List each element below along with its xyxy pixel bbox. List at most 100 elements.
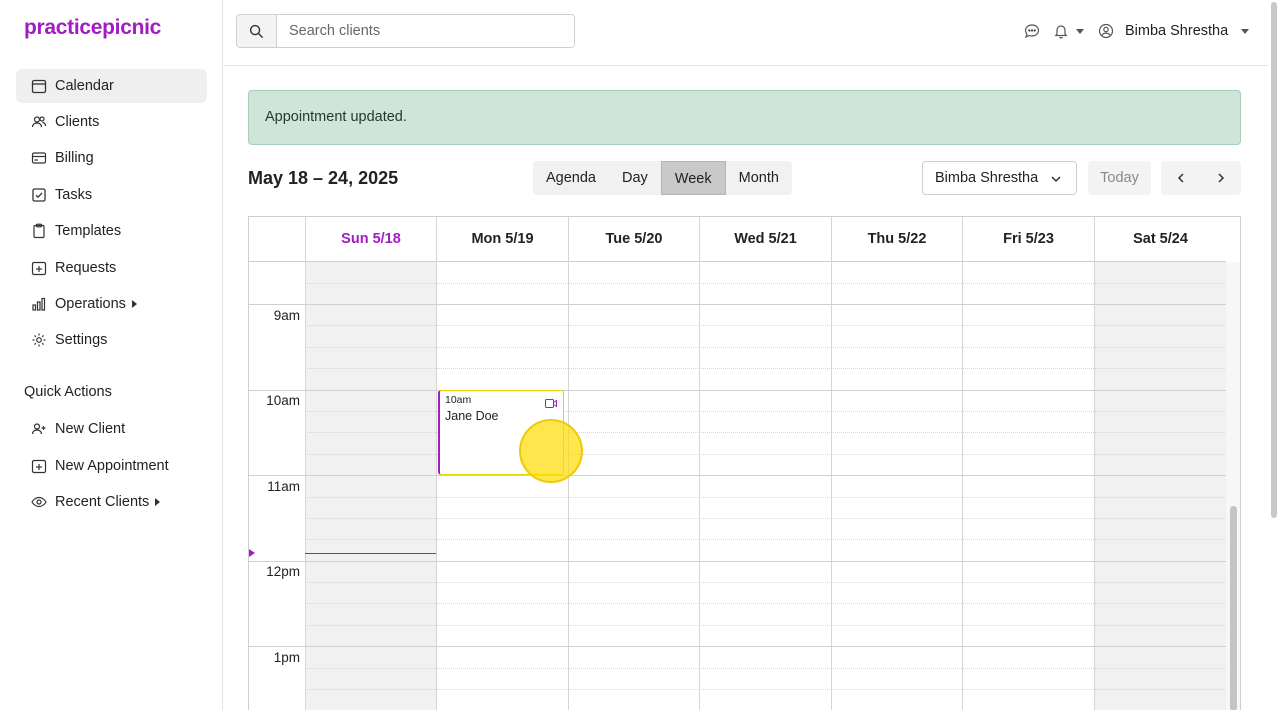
grid-line (305, 668, 1226, 669)
week-calendar: Sun 5/18 Mon 5/19 Tue 5/20 Wed 5/21 Thu … (248, 216, 1241, 710)
chat-icon[interactable] (1023, 22, 1041, 40)
search-input[interactable] (277, 15, 574, 47)
grid-line (305, 283, 1226, 284)
quick-action-label: New Appointment (55, 458, 169, 474)
day-header-sun[interactable]: Sun 5/18 (305, 217, 436, 262)
page-scrollbar[interactable] (1268, 0, 1280, 710)
day-column-thu[interactable] (831, 262, 962, 710)
grid-line (305, 497, 1226, 498)
calendar-scrollbar-thumb[interactable] (1230, 506, 1237, 710)
event-title: Jane Doe (445, 409, 499, 423)
calendar-icon (31, 78, 47, 94)
grid-line (305, 304, 1226, 305)
sidebar-item-label: Tasks (55, 187, 93, 203)
credit-card-icon (31, 150, 47, 166)
sidebar-item-label: Billing (55, 150, 94, 166)
grid-line (249, 475, 305, 476)
day-column-sat[interactable] (1094, 262, 1226, 710)
day-column-tue[interactable] (568, 262, 699, 710)
sidebar-item-requests[interactable]: Requests (16, 251, 207, 285)
quick-action-new-client[interactable]: New Client (16, 412, 207, 446)
quick-action-label: New Client (55, 421, 126, 437)
day-header-mon[interactable]: Mon 5/19 (436, 217, 568, 262)
success-alert: Appointment updated. (248, 90, 1241, 145)
provider-select[interactable]: Bimba Shrestha (922, 161, 1077, 195)
next-week-button[interactable] (1201, 161, 1241, 195)
sidebar-item-operations[interactable]: Operations (16, 287, 207, 321)
grid-line (305, 347, 1226, 348)
day-column-fri[interactable] (962, 262, 1094, 710)
chevron-down-icon (1050, 173, 1062, 189)
bell-icon[interactable] (1052, 22, 1070, 40)
view-month-button[interactable]: Month (726, 161, 792, 195)
calendar-plus-icon (31, 260, 47, 276)
sidebar-item-label: Templates (55, 223, 122, 239)
quick-action-new-appointment[interactable]: New Appointment (16, 449, 207, 483)
day-header-fri[interactable]: Fri 5/23 (962, 217, 1094, 262)
hour-label: 9am (273, 308, 300, 323)
day-header-thu[interactable]: Thu 5/22 (831, 217, 962, 262)
caret-right-icon (131, 300, 137, 308)
day-header-tue[interactable]: Tue 5/20 (568, 217, 699, 262)
eye-icon (31, 494, 47, 510)
previous-week-button[interactable] (1161, 161, 1201, 195)
notifications-caret-icon[interactable] (1071, 22, 1089, 40)
sidebar-item-label: Requests (55, 260, 117, 276)
sidebar-item-calendar[interactable]: Calendar (16, 69, 207, 103)
date-range-title: May 18 – 24, 2025 (248, 168, 399, 188)
provider-select-value: Bimba Shrestha (935, 170, 1039, 186)
hour-label: 11am (267, 479, 300, 494)
grid-line (305, 689, 1226, 690)
day-column-mon[interactable] (436, 262, 568, 710)
sidebar-item-tasks[interactable]: Tasks (16, 178, 207, 212)
sidebar-item-templates[interactable]: Templates (16, 214, 207, 248)
user-circle-icon[interactable] (1097, 22, 1115, 40)
sidebar-item-billing[interactable]: Billing (16, 141, 207, 175)
clipboard-icon (31, 223, 47, 239)
view-week-button[interactable]: Week (660, 161, 726, 195)
quick-action-recent-clients[interactable]: Recent Clients (16, 485, 207, 519)
day-column-sun[interactable] (305, 262, 436, 710)
day-column-wed[interactable] (699, 262, 831, 710)
calendar-scrollbar[interactable] (1226, 262, 1240, 710)
app-logo[interactable]: practicepicnic (24, 16, 161, 40)
user-menu-name[interactable]: Bimba Shrestha (1125, 23, 1228, 39)
day-header-wed[interactable]: Wed 5/21 (699, 217, 831, 262)
grid-line (305, 368, 1226, 369)
sidebar-item-label: Calendar (55, 78, 114, 94)
grid-line (305, 646, 1226, 647)
grid-line (249, 561, 305, 562)
chevron-left-icon (1175, 172, 1187, 184)
top-header: Bimba Shrestha (224, 0, 1268, 66)
view-day-button[interactable]: Day (609, 161, 661, 195)
day-header-sat[interactable]: Sat 5/24 (1094, 217, 1226, 262)
calendar-header-row: Sun 5/18 Mon 5/19 Tue 5/20 Wed 5/21 Thu … (249, 217, 1226, 262)
calendar-plus-icon (31, 458, 47, 474)
sidebar-item-label: Clients (55, 114, 100, 130)
grid-line (305, 603, 1226, 604)
users-icon (31, 114, 47, 130)
hour-label: 1pm (273, 650, 300, 665)
search-button[interactable] (237, 15, 277, 47)
grid-line (249, 646, 305, 647)
page-scrollbar-thumb[interactable] (1271, 2, 1277, 518)
view-agenda-button[interactable]: Agenda (533, 161, 609, 195)
sidebar-item-label: Settings (55, 332, 108, 348)
grid-line (305, 475, 1226, 476)
bar-chart-icon (31, 296, 47, 312)
checkbox-icon (31, 187, 47, 203)
current-time-line (305, 553, 436, 554)
grid-line (305, 625, 1226, 626)
today-button[interactable]: Today (1088, 161, 1151, 195)
user-menu-caret-icon[interactable] (1236, 22, 1254, 40)
appointment-event[interactable]: 10am Jane Doe (438, 390, 564, 475)
quick-action-label: Recent Clients (55, 494, 150, 510)
grid-line (249, 390, 305, 391)
grid-line (305, 325, 1226, 326)
hour-label: 12pm (266, 564, 300, 579)
quick-actions-title: Quick Actions (24, 384, 112, 400)
sidebar-item-clients[interactable]: Clients (16, 105, 207, 139)
grid-line (305, 518, 1226, 519)
gear-icon (31, 332, 47, 348)
sidebar-item-settings[interactable]: Settings (16, 323, 207, 357)
